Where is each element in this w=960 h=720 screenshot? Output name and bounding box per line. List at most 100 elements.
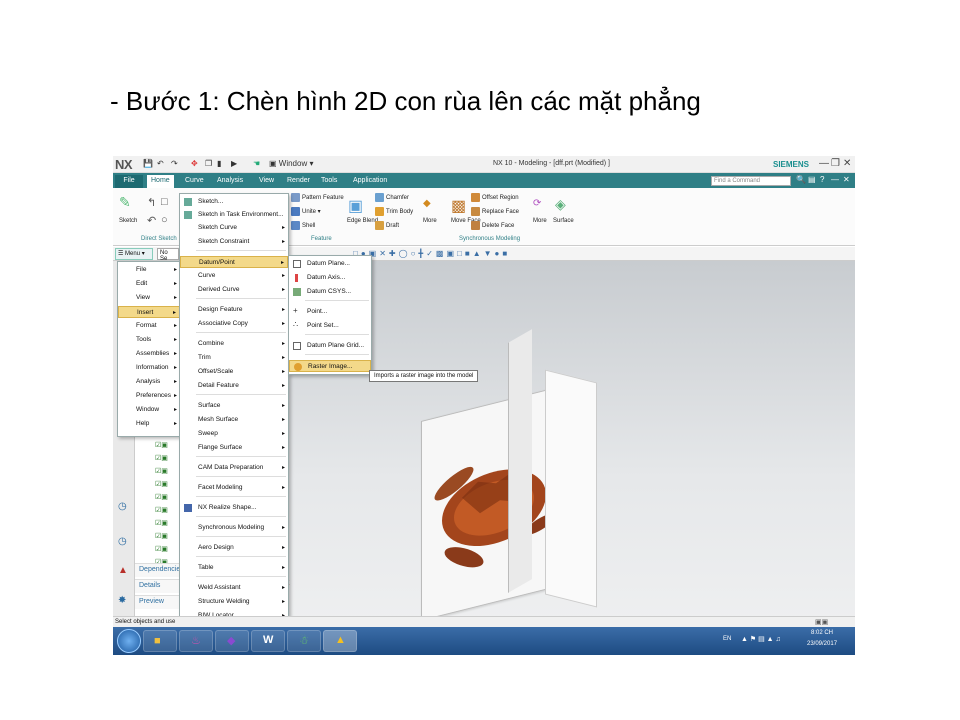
- repeat-command-icon[interactable]: ▶: [231, 159, 237, 169]
- insert-item-table[interactable]: Table ▸: [180, 562, 288, 574]
- find-command-input[interactable]: Find a Command: [711, 176, 791, 186]
- insert-item-facet-modeling[interactable]: Facet Modeling ▸: [180, 482, 288, 494]
- clock-date[interactable]: 23/09/2017: [807, 641, 837, 647]
- tab-tools[interactable]: Tools: [317, 175, 341, 188]
- edge-blend-button[interactable]: Edge Blend: [347, 218, 378, 224]
- datum-item-csys[interactable]: Datum CSYS...: [289, 286, 371, 298]
- paint-taskbar-icon[interactable]: ♨: [179, 630, 213, 652]
- undo-icon[interactable]: ↶: [157, 159, 164, 169]
- feature-more-icon[interactable]: ◆: [423, 198, 431, 209]
- clock-icon[interactable]: ◷: [118, 536, 127, 547]
- ribbon-close-icon[interactable]: ✕: [843, 175, 850, 184]
- tab-home[interactable]: Home: [147, 175, 174, 188]
- tray-icons[interactable]: ▲ ⚑ ▤ ▲ ♫: [741, 635, 781, 643]
- pattern-feature-button[interactable]: Pattern Feature: [291, 193, 344, 202]
- history-icon[interactable]: ◷: [118, 501, 127, 512]
- insert-item-synchronous-modeling[interactable]: Synchronous Modeling ▸: [180, 522, 288, 534]
- datum-item-plane[interactable]: Datum Plane...: [289, 258, 371, 270]
- tab-view[interactable]: View: [255, 175, 278, 188]
- menu-item-preferences[interactable]: Preferences ▸: [118, 390, 180, 402]
- insert-item-nx-realize-shape[interactable]: NX Realize Shape...: [180, 502, 288, 514]
- feature-more-button[interactable]: More: [423, 218, 437, 224]
- menu-item-analysis[interactable]: Analysis ▸: [118, 376, 180, 388]
- sync-more-icon[interactable]: ⟳: [533, 198, 541, 209]
- insert-item-trim[interactable]: Trim ▸: [180, 352, 288, 364]
- role-icon[interactable]: ▲: [118, 565, 128, 576]
- paste-icon[interactable]: ▮: [217, 159, 221, 169]
- copy-icon[interactable]: ❐: [205, 159, 212, 169]
- navigator-row[interactable]: ☑▣: [155, 493, 168, 501]
- unite-button[interactable]: Unite ▾: [291, 207, 321, 216]
- insert-item-cam-data[interactable]: CAM Data Preparation ▸: [180, 462, 288, 474]
- web-icon[interactable]: ✸: [118, 595, 126, 606]
- menu-item-file[interactable]: File ▸: [118, 264, 180, 276]
- restore-icon[interactable]: ❐: [831, 158, 840, 169]
- start-button[interactable]: [117, 629, 141, 653]
- tab-render[interactable]: Render: [283, 175, 314, 188]
- menu-item-window[interactable]: Window ▸: [118, 404, 180, 416]
- draft-button[interactable]: Draft: [375, 221, 399, 230]
- navigator-row[interactable]: ☑▣: [155, 454, 168, 462]
- menu-item-information[interactable]: Information ▸: [118, 362, 180, 374]
- insert-item-flange-surface[interactable]: Flange Surface ▸: [180, 442, 288, 454]
- insert-item-aero-design[interactable]: Aero Design ▸: [180, 542, 288, 554]
- datum-item-axis[interactable]: Datum Axis...: [289, 272, 371, 284]
- green-app-taskbar-icon[interactable]: ☃: [287, 630, 321, 652]
- datum-item-plane-grid[interactable]: Datum Plane Grid...: [289, 340, 371, 352]
- datum-item-point[interactable]: + Point...: [289, 306, 371, 318]
- insert-item-combine[interactable]: Combine ▸: [180, 338, 288, 350]
- chamfer-button[interactable]: Chamfer: [375, 193, 409, 202]
- sketch-icon[interactable]: ✎: [119, 194, 131, 211]
- insert-item-offset-scale[interactable]: Offset/Scale ▸: [180, 366, 288, 378]
- edge-blend-icon[interactable]: ▣: [348, 196, 363, 216]
- nx-taskbar-icon[interactable]: ▲: [323, 630, 357, 652]
- insert-item-structure-welding[interactable]: Structure Welding ▸: [180, 596, 288, 608]
- view-toolbar-icons[interactable]: □●▣✕✚◯○╋✓▩▣□■▲▼●■: [353, 249, 510, 258]
- menu-item-assemblies[interactable]: Assemblies ▸: [118, 348, 180, 360]
- ribbon-icon[interactable]: ▤: [808, 175, 816, 184]
- surface-icon[interactable]: ◈: [555, 196, 566, 213]
- insert-item-detail-feature[interactable]: Detail Feature ▸: [180, 380, 288, 392]
- insert-item-sketch-constraint[interactable]: Sketch Constraint ▸: [180, 236, 288, 248]
- datum-item-raster-image[interactable]: Raster Image...: [289, 360, 371, 372]
- clock-time[interactable]: 8:02 CH: [811, 630, 833, 636]
- menu-item-view[interactable]: View ▸: [118, 292, 180, 304]
- arc-icon[interactable]: ↶: [147, 214, 156, 227]
- explorer-taskbar-icon[interactable]: ■: [143, 630, 177, 652]
- window-menu[interactable]: ▣ Window ▾: [269, 159, 313, 169]
- sync-more-button[interactable]: More: [533, 218, 547, 224]
- offset-region-button[interactable]: Offset Region: [471, 193, 519, 202]
- visual-studio-taskbar-icon[interactable]: ◆: [215, 630, 249, 652]
- navigator-row[interactable]: ☑▣: [155, 467, 168, 475]
- sketch-button[interactable]: Sketch: [119, 218, 137, 224]
- menu-item-format[interactable]: Format ▸: [118, 320, 180, 332]
- insert-item-derived-curve[interactable]: Derived Curve ▸: [180, 284, 288, 296]
- navigator-row[interactable]: ☑▣: [155, 506, 168, 514]
- rectangle-icon[interactable]: □: [161, 196, 168, 208]
- insert-item-sweep[interactable]: Sweep ▸: [180, 428, 288, 440]
- insert-item-weld-assistant[interactable]: Weld Assistant ▸: [180, 582, 288, 594]
- navigator-row[interactable]: ☑▣: [155, 532, 168, 540]
- help-icon[interactable]: ?: [820, 175, 824, 184]
- trim-body-button[interactable]: Trim Body: [375, 207, 413, 216]
- side-plane[interactable]: [545, 369, 597, 608]
- datum-item-point-set[interactable]: ∴ Point Set...: [289, 320, 371, 332]
- tab-file[interactable]: File: [115, 175, 143, 188]
- navigator-row[interactable]: ☑▣: [155, 545, 168, 553]
- shell-button[interactable]: Shell: [291, 221, 315, 230]
- insert-item-sketch-curve[interactable]: Sketch Curve ▸: [180, 222, 288, 234]
- search-icon[interactable]: 🔍: [796, 175, 806, 184]
- insert-item-design-feature[interactable]: Design Feature ▸: [180, 304, 288, 316]
- insert-item-sketch-task[interactable]: Sketch in Task Environment...: [180, 209, 288, 221]
- insert-item-curve[interactable]: Curve ▸: [180, 270, 288, 282]
- insert-item-mesh-surface[interactable]: Mesh Surface ▸: [180, 414, 288, 426]
- menu-item-help[interactable]: Help ▸: [118, 418, 180, 430]
- tab-details[interactable]: Details: [135, 579, 183, 593]
- surface-button[interactable]: Surface: [553, 218, 574, 224]
- move-face-icon[interactable]: ▩: [451, 196, 466, 216]
- tab-application[interactable]: Application: [349, 175, 391, 188]
- redo-icon[interactable]: ↷: [171, 159, 178, 169]
- insert-item-datum-point[interactable]: Datum/Point ▸: [180, 256, 288, 268]
- menu-item-edit[interactable]: Edit ▸: [118, 278, 180, 290]
- navigator-row[interactable]: ☑▣: [155, 441, 168, 449]
